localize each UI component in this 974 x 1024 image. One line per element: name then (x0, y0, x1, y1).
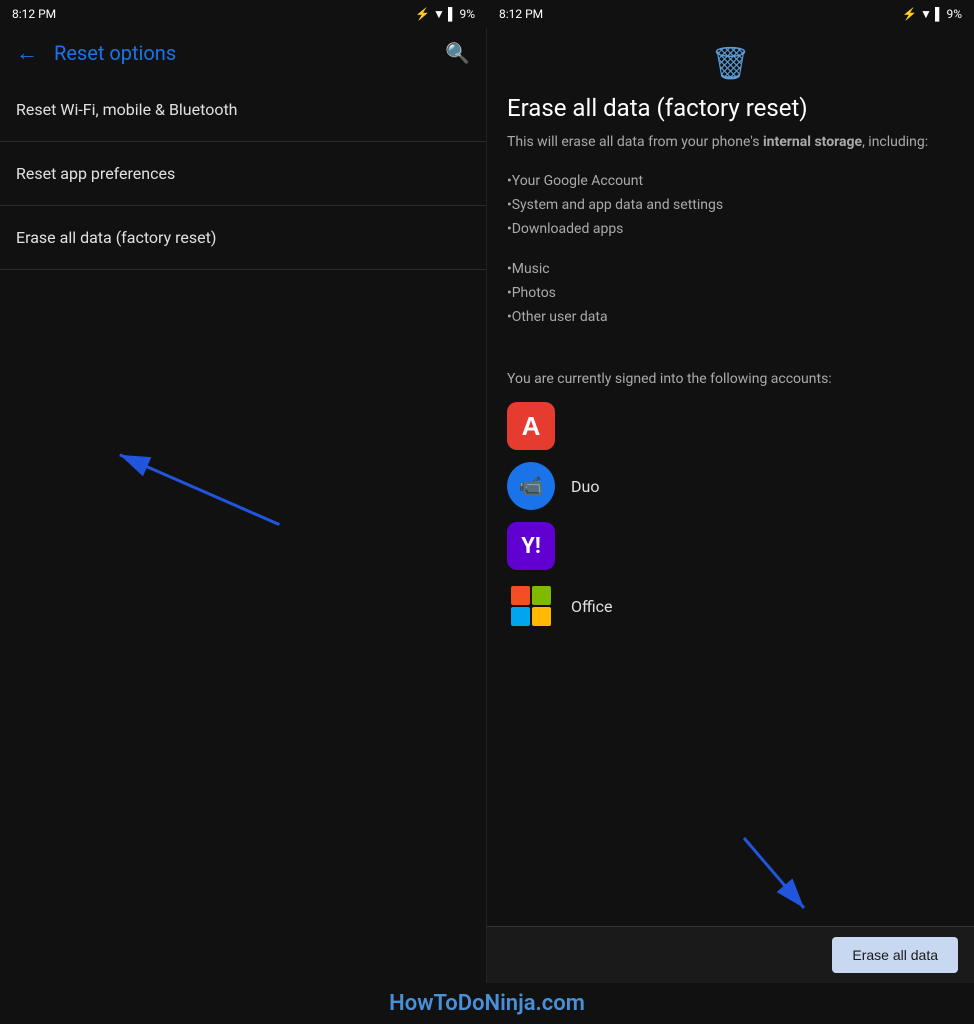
bottom-bar: Erase all data (487, 926, 974, 983)
adobe-icon: A (507, 402, 555, 450)
duo-label: Duo (571, 477, 599, 496)
menu-item-app-prefs[interactable]: Reset app preferences (0, 142, 486, 206)
arrow-annotation-container: Erase all data (factory reset) (0, 206, 486, 983)
battery-percent: 9% (459, 7, 475, 21)
menu-item-wifi-reset[interactable]: Reset Wi-Fi, mobile & Bluetooth (0, 78, 486, 142)
factory-reset-title: Erase all data (factory reset) (507, 94, 954, 122)
accounts-list: A 📹 Duo Y! (507, 402, 954, 710)
list-item: •System and app data and settings (507, 193, 954, 217)
menu-item-factory-reset[interactable]: Erase all data (factory reset) (0, 206, 486, 270)
office-icon (507, 582, 555, 630)
trash-icon-container: 🗑 (507, 44, 954, 82)
list-item: •Downloaded apps (507, 217, 954, 241)
erase-all-data-button[interactable]: Erase all data (832, 937, 958, 973)
list-item: •Other user data (507, 305, 954, 329)
duo-icon: 📹 (507, 462, 555, 510)
back-button[interactable]: ← (16, 40, 38, 66)
account-item-yahoo: Y! (507, 522, 954, 570)
list-item: •Photos (507, 281, 954, 305)
right-status-icons: ⚡ ▼ ▌ 9% (902, 7, 962, 21)
signed-in-text: You are currently signed into the follow… (507, 369, 954, 390)
right-panel: 🗑 Erase all data (factory reset) This wi… (487, 28, 974, 983)
right-time: 8:12 PM (499, 7, 543, 21)
wifi-icon: ▼ (433, 7, 445, 21)
list-item: •Music (507, 257, 954, 281)
left-header: ← Reset options 🔍 (0, 28, 486, 78)
right-signal-icon: ▌ (935, 7, 944, 21)
trash-icon: 🗑 (710, 44, 751, 82)
list-item: •Your Google Account (507, 169, 954, 193)
right-content: 🗑 Erase all data (factory reset) This wi… (487, 28, 974, 983)
left-status-bar: 8:12 PM ⚡ ▼ ▌ 9% (0, 0, 487, 28)
right-bluetooth-icon: ⚡ (902, 7, 917, 21)
signal-icon: ▌ (448, 7, 457, 21)
right-battery-percent: 9% (946, 7, 962, 21)
left-panel: ← Reset options 🔍 Reset Wi-Fi, mobile & … (0, 28, 487, 983)
office-label: Office (571, 597, 613, 616)
watermark: HowToDoNinja.com (0, 983, 974, 1024)
search-button[interactable]: 🔍 (445, 41, 470, 65)
factory-reset-description: This will erase all data from your phone… (507, 132, 954, 153)
account-item-office: Office (507, 582, 954, 630)
bluetooth-icon: ⚡ (415, 7, 430, 21)
account-item-adobe: A (507, 402, 954, 450)
left-time: 8:12 PM (12, 7, 56, 21)
account-item-duo: 📹 Duo (507, 462, 954, 510)
yahoo-icon: Y! (507, 522, 555, 570)
data-items-list: •Your Google Account •System and app dat… (507, 169, 954, 329)
right-wifi-icon: ▼ (920, 7, 932, 21)
right-status-bar: 8:12 PM ⚡ ▼ ▌ 9% (487, 0, 974, 28)
page-title: Reset options (54, 41, 176, 65)
left-status-icons: ⚡ ▼ ▌ 9% (415, 7, 475, 21)
